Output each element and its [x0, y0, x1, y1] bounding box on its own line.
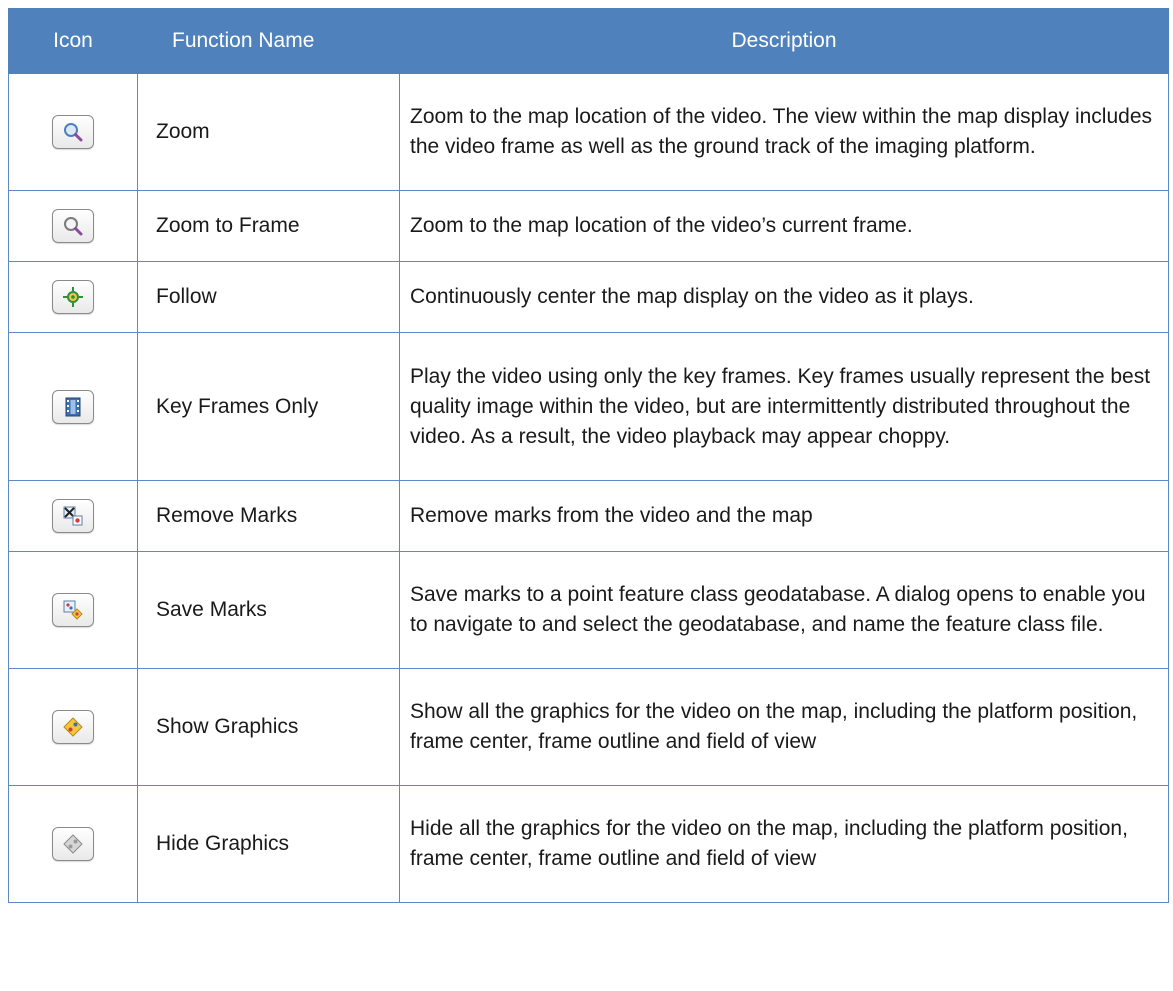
hide-graphics-button[interactable]: [52, 827, 94, 861]
zoom-to-frame-icon: [64, 217, 83, 236]
function-name: Save Marks: [137, 551, 400, 669]
table-row: Show Graphics Show all the graphics for …: [8, 668, 1169, 786]
zoom-button[interactable]: [52, 115, 94, 149]
table-row: Follow Continuously center the map displ…: [8, 261, 1169, 333]
table-row: Key Frames Only Play the video using onl…: [8, 332, 1169, 481]
function-description: Continuously center the map display on t…: [399, 261, 1169, 333]
function-name: Zoom to Frame: [137, 190, 400, 262]
function-name: Hide Graphics: [137, 785, 400, 903]
zoom-icon: [64, 123, 83, 142]
follow-icon: [63, 287, 83, 307]
follow-button[interactable]: [52, 280, 94, 314]
save-marks-button[interactable]: [52, 593, 94, 627]
function-name: Key Frames Only: [137, 332, 400, 481]
function-description: Play the video using only the key frames…: [399, 332, 1169, 481]
show-graphics-icon: [63, 717, 83, 737]
function-description: Show all the graphics for the video on t…: [399, 668, 1169, 786]
function-name: Follow: [137, 261, 400, 333]
header-icon: Icon: [8, 8, 138, 74]
function-name: Show Graphics: [137, 668, 400, 786]
table-row: Zoom Zoom to the map location of the vid…: [8, 73, 1169, 191]
header-function-name: Function Name: [137, 8, 400, 74]
table-header-row: Icon Function Name Description: [8, 8, 1169, 74]
function-description: Zoom to the map location of the video. T…: [399, 73, 1169, 191]
function-description: Remove marks from the video and the map: [399, 480, 1169, 552]
function-description: Zoom to the map location of the video’s …: [399, 190, 1169, 262]
key-frames-button[interactable]: [52, 389, 94, 424]
functions-table: Icon Function Name Description Zoom Zoom…: [8, 8, 1169, 903]
function-description: Hide all the graphics for the video on t…: [399, 785, 1169, 903]
table-row: Zoom to Frame Zoom to the map location o…: [8, 190, 1169, 262]
show-graphics-button[interactable]: [52, 710, 94, 744]
table-row: Save Marks Save marks to a point feature…: [8, 551, 1169, 669]
remove-marks-button[interactable]: [52, 499, 94, 533]
zoom-to-frame-button[interactable]: [52, 209, 94, 243]
table-row: Hide Graphics Hide all the graphics for …: [8, 785, 1169, 903]
save-marks-icon: [63, 600, 83, 620]
function-name: Zoom: [137, 73, 400, 191]
table-row: Remove Marks Remove marks from the video…: [8, 480, 1169, 552]
function-name: Remove Marks: [137, 480, 400, 552]
function-description: Save marks to a point feature class geod…: [399, 551, 1169, 669]
remove-marks-icon: [63, 506, 83, 526]
hide-graphics-icon: [63, 834, 83, 854]
header-description: Description: [399, 8, 1169, 74]
key-frames-icon: [65, 397, 81, 416]
